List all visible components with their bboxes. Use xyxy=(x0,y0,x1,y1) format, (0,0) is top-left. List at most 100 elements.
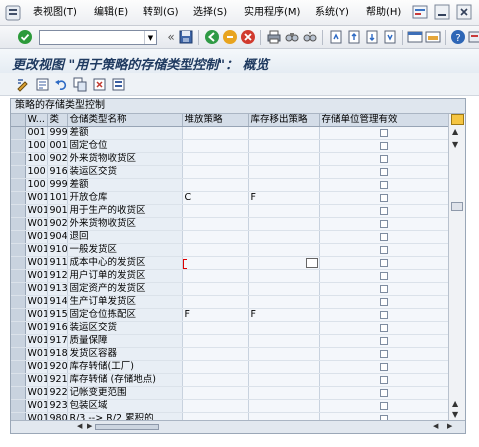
table-row[interactable]: W01 912 用户订单的发货区 xyxy=(11,269,448,283)
table-row[interactable]: 001 999 差额 xyxy=(11,126,448,140)
delete-icon[interactable] xyxy=(92,77,107,92)
row-selector[interactable] xyxy=(11,243,26,257)
menu-selection[interactable]: 选择(S) xyxy=(193,7,227,19)
cell-putaway-strategy[interactable] xyxy=(182,152,249,166)
value-help-icon[interactable] xyxy=(305,258,318,268)
cell-putaway-strategy[interactable] xyxy=(182,373,249,387)
cell-putaway-strategy[interactable] xyxy=(182,217,249,231)
find-next-icon[interactable] xyxy=(302,29,318,45)
su-management-checkbox[interactable] xyxy=(379,401,388,410)
cell-putaway-strategy[interactable] xyxy=(182,321,249,335)
scroll-right-icon[interactable]: ▶ xyxy=(447,422,452,430)
table-row[interactable]: W01 920 库存转储(工厂) xyxy=(11,360,448,374)
cell-removal-strategy[interactable] xyxy=(248,230,320,244)
save-icon[interactable] xyxy=(178,29,194,45)
cell-removal-strategy[interactable] xyxy=(248,282,320,296)
table-row[interactable]: W01 921 库存转储 (存储地点) xyxy=(11,373,448,387)
table-row[interactable]: W01 904 退回 xyxy=(11,230,448,244)
cell-removal-strategy[interactable] xyxy=(248,373,320,387)
first-page-icon[interactable] xyxy=(328,29,344,45)
help-icon[interactable]: ? xyxy=(450,29,466,45)
cell-putaway-strategy[interactable] xyxy=(182,126,249,140)
row-selector[interactable] xyxy=(11,126,26,140)
row-selector[interactable] xyxy=(11,373,26,387)
back-icon[interactable] xyxy=(204,29,220,45)
vertical-scrollbar[interactable]: ▲ ▼ ▲ ▼ xyxy=(448,114,465,420)
next-page-icon[interactable] xyxy=(364,29,380,45)
command-dropdown-icon[interactable]: ▼ xyxy=(144,31,156,44)
cell-putaway-strategy[interactable] xyxy=(182,178,249,192)
su-management-checkbox[interactable] xyxy=(379,206,388,215)
scroll-down-small-icon[interactable]: ▼ xyxy=(452,140,458,149)
table-row[interactable]: W01 915 固定仓位拣配区 F F xyxy=(11,308,448,322)
row-selector[interactable] xyxy=(11,360,26,374)
su-management-checkbox[interactable] xyxy=(379,128,388,137)
su-management-checkbox[interactable] xyxy=(379,193,388,202)
row-selector[interactable] xyxy=(11,152,26,166)
cell-putaway-strategy[interactable] xyxy=(182,269,249,283)
col-header-putaway-strategy[interactable]: 堆放策略 xyxy=(182,114,249,127)
cell-removal-strategy[interactable] xyxy=(248,256,320,270)
cell-putaway-strategy[interactable] xyxy=(182,204,249,218)
copy-as-icon[interactable] xyxy=(73,77,88,92)
cell-putaway-strategy[interactable] xyxy=(182,139,249,153)
row-selector[interactable] xyxy=(11,295,26,309)
table-row[interactable]: W01 980 R/3 --> R/2 累积的 xyxy=(11,412,448,420)
col-header-warehouse[interactable]: W... xyxy=(25,114,48,127)
column-settings-icon[interactable] xyxy=(451,114,464,125)
cancel-icon[interactable] xyxy=(240,29,256,45)
cell-removal-strategy[interactable] xyxy=(248,412,320,420)
row-selector[interactable] xyxy=(11,412,26,420)
menu-goto[interactable]: 转到(G) xyxy=(143,7,179,19)
table-row[interactable]: W01 917 质量保障 xyxy=(11,334,448,348)
su-management-checkbox[interactable] xyxy=(379,375,388,384)
menu-system[interactable]: 系统(Y) xyxy=(315,7,349,19)
enter-check-icon[interactable] xyxy=(17,29,33,45)
undo-icon[interactable] xyxy=(54,77,69,92)
su-management-checkbox[interactable] xyxy=(379,323,388,332)
row-selector[interactable] xyxy=(11,386,26,400)
row-selector[interactable] xyxy=(11,269,26,283)
cell-removal-strategy[interactable]: F xyxy=(248,308,320,322)
cell-putaway-strategy[interactable] xyxy=(182,243,249,257)
close-window-icon[interactable] xyxy=(456,4,472,20)
su-management-checkbox[interactable] xyxy=(379,271,388,280)
su-management-checkbox[interactable] xyxy=(379,180,388,189)
cell-removal-strategy[interactable] xyxy=(248,360,320,374)
vertical-scroll-thumb[interactable] xyxy=(451,202,463,211)
su-management-checkbox[interactable] xyxy=(379,310,388,319)
horizontal-scroll-thumb[interactable] xyxy=(95,424,159,430)
cell-putaway-strategy[interactable] xyxy=(182,256,249,270)
row-selector[interactable] xyxy=(11,347,26,361)
su-management-checkbox[interactable] xyxy=(379,232,388,241)
cell-removal-strategy[interactable] xyxy=(248,152,320,166)
cell-putaway-strategy[interactable]: F xyxy=(182,308,249,322)
cell-removal-strategy[interactable] xyxy=(248,334,320,348)
row-selector[interactable] xyxy=(11,282,26,296)
row-selector[interactable] xyxy=(11,165,26,179)
scroll-left-end-icon[interactable]: ◀ xyxy=(433,422,438,430)
su-management-checkbox[interactable] xyxy=(379,141,388,150)
cell-putaway-strategy[interactable] xyxy=(182,412,249,420)
row-selector[interactable] xyxy=(11,399,26,413)
select-all-icon[interactable] xyxy=(111,77,126,92)
col-header-removal-strategy[interactable]: 库存移出策略 xyxy=(248,114,320,127)
table-row[interactable]: W01 923 包装区域 xyxy=(11,399,448,413)
cell-removal-strategy[interactable] xyxy=(248,347,320,361)
table-row[interactable]: W01 910 一般发货区 xyxy=(11,243,448,257)
table-row[interactable]: W01 916 装运区交货 xyxy=(11,321,448,335)
table-row[interactable]: W01 913 固定资产的发货区 xyxy=(11,282,448,296)
new-entries-icon[interactable] xyxy=(35,77,50,92)
cell-putaway-strategy[interactable] xyxy=(182,360,249,374)
command-field[interactable]: ▼ xyxy=(39,30,157,45)
scroll-up-icon[interactable]: ▲ xyxy=(452,127,458,136)
row-selector[interactable] xyxy=(11,256,26,270)
last-page-icon[interactable] xyxy=(382,29,398,45)
table-row[interactable]: W01 914 生产订单发货区 xyxy=(11,295,448,309)
cell-removal-strategy[interactable] xyxy=(248,399,320,413)
table-row[interactable]: W01 101 开放仓库 C F xyxy=(11,191,448,205)
gui-options-icon[interactable] xyxy=(466,29,479,45)
collapse-command-icon[interactable]: « xyxy=(163,29,179,45)
cell-removal-strategy[interactable] xyxy=(248,204,320,218)
menu-edit[interactable]: 编辑(E) xyxy=(94,7,128,19)
